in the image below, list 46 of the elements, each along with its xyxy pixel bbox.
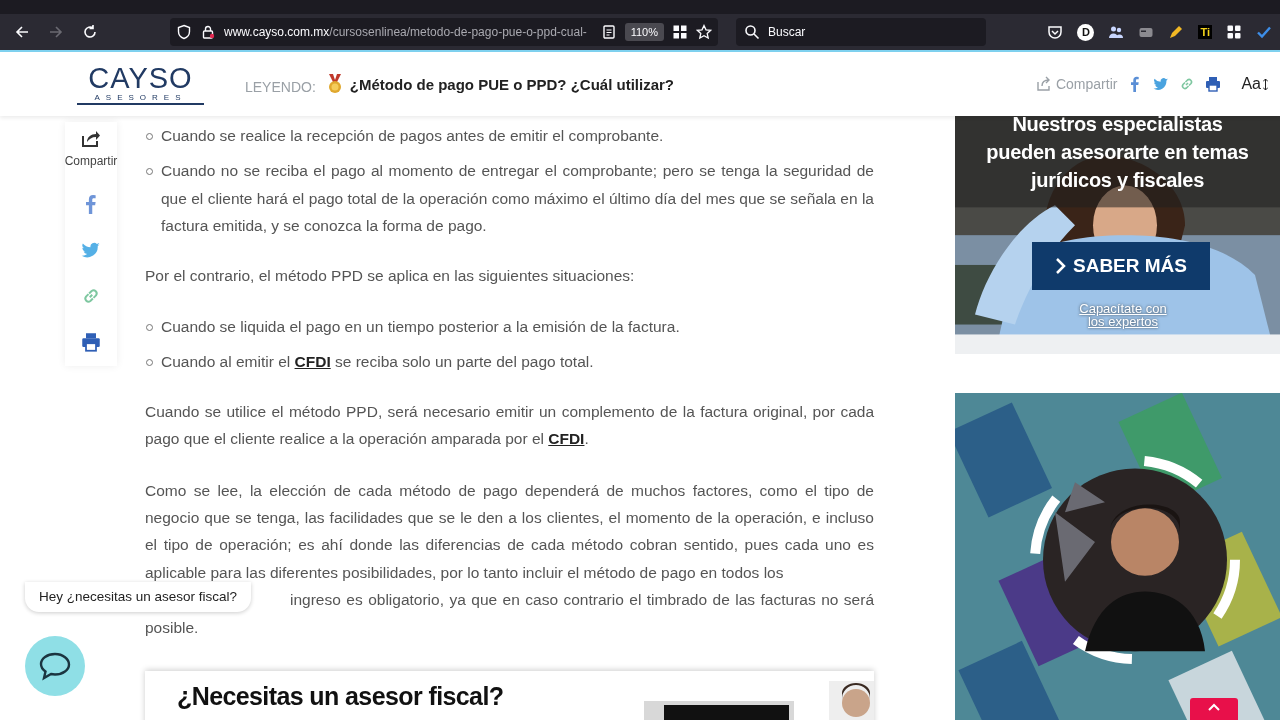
chevron-up-icon [1208,703,1220,711]
print-icon[interactable] [1205,76,1222,92]
ad-headline: Nuestros especialistas pueden asesorarte en temas jurídicos y fiscales [985,116,1250,193]
lock-icon [200,24,216,40]
paragraph: Cuando se utilice el método PPD, será necesario emitir un complemento de la factura original, por cada pago que el cliente realice a la operación amparada por el CFDI. [145,401,874,450]
extension-icon[interactable]: Ti [1198,25,1212,39]
up-down-arrow-icon [1263,78,1268,90]
share-label: Compartir [64,154,118,168]
article-title: ¿Método de pago PUE o PPD? ¿Cuál utilizar? [349,75,674,93]
twitter-icon[interactable] [1153,76,1170,92]
share-icon [1035,76,1052,92]
scroll-top-button[interactable] [1190,698,1238,720]
chat-button[interactable] [25,636,85,696]
chat-prompt[interactable]: Hey ¿necesitas un asesor fiscal? [25,582,252,613]
list-item-text: Cuando al emitir el CFDI se reciba solo un parte del pago total. [161,352,594,373]
grid-icon[interactable] [672,24,688,40]
list-item-text: Cuando no se reciba el pago al momento de entregar el comprobante; pero se tenga la seguridad de que el cliente hará el pago total de la operación como máximo el último día del mes que se señala en la factura emitida, y se conozca la forma de pago. [161,161,874,237]
url-text: www.cayso.com.mx/cursosenlinea/metodo-de-pago-pue-o-ppd-cual- [224,25,588,39]
search-field[interactable]: Buscar [736,18,986,46]
pocket-icon[interactable] [1047,24,1064,40]
reader-view-icon[interactable] [600,24,617,40]
profile-badge[interactable]: D [1077,23,1095,41]
reload-icon [81,23,99,41]
zoom-level[interactable]: 110% [624,23,664,41]
paragraph: Por el contrario, el método PPD se aplica en las siguientes situaciones: [145,265,636,286]
search-icon [744,24,760,40]
address-bar[interactable]: www.cayso.com.mx/cursosenlinea/metodo-de-pago-pue-o-ppd-cual- 110% [170,18,718,46]
print-icon[interactable] [81,332,101,352]
font-size-control[interactable]: Aa [1241,75,1261,93]
learn-more-button[interactable]: SABER MÁS [1032,242,1210,290]
cfdi-link[interactable]: CFDI [548,430,585,448]
speech-bubble-icon [38,651,72,681]
paragraph-line: ingreso es obligatorio, ya que en caso contrario el timbrado de las facturas no será [290,590,874,611]
check-icon[interactable] [1256,24,1272,40]
list-item-text: Cuando se liquida el pago en un tiempo posterior a la emisión de la factura. [161,317,680,338]
chevron-icon [1055,258,1067,274]
cfdi-link[interactable]: CFDI [294,353,331,371]
reading-label: LEYENDO: [245,79,316,95]
list-item-text: Cuando se realice la recepción de pagos antes de emitir el comprobante. [161,126,664,146]
shield-icon [176,24,192,40]
paragraph-line: posible. [145,617,199,638]
pencil-icon[interactable] [1168,24,1185,40]
star-icon[interactable] [696,24,712,40]
site-logo[interactable]: CAYSO ASESORES [77,63,204,105]
card-title: ¿Necesitas un asesor fiscal? [177,681,504,712]
people-icon[interactable] [1108,24,1125,40]
